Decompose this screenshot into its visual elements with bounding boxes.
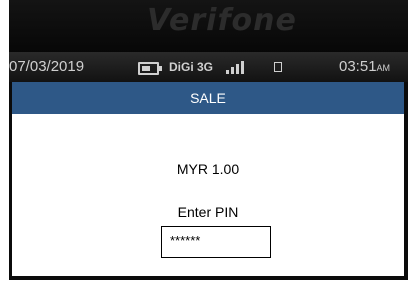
carrier-label: DiGi 3G (169, 60, 214, 74)
verifone-logo: Verifone (147, 3, 297, 38)
status-time-value: 03:51 (339, 58, 377, 75)
screen-title: SALE (12, 82, 404, 114)
lock-icon (274, 62, 282, 72)
terminal-brand-area: Verifone (9, 0, 408, 52)
status-bar: 07/03/2019 DiGi 3G 03:51AM (9, 52, 408, 82)
sale-screen: SALE MYR 1.00 Enter PIN ****** (12, 82, 404, 276)
pin-input[interactable]: ****** (161, 226, 271, 258)
payment-terminal: Verifone 07/03/2019 DiGi 3G 03:51AM SALE… (9, 0, 408, 280)
status-time-suffix: AM (376, 63, 391, 73)
battery-icon (138, 62, 162, 75)
status-date: 07/03/2019 (9, 58, 85, 75)
signal-icon (226, 61, 246, 74)
pin-prompt: Enter PIN (177, 204, 239, 220)
status-time: 03:51AM (339, 58, 390, 75)
sale-amount: MYR 1.00 (176, 161, 240, 177)
